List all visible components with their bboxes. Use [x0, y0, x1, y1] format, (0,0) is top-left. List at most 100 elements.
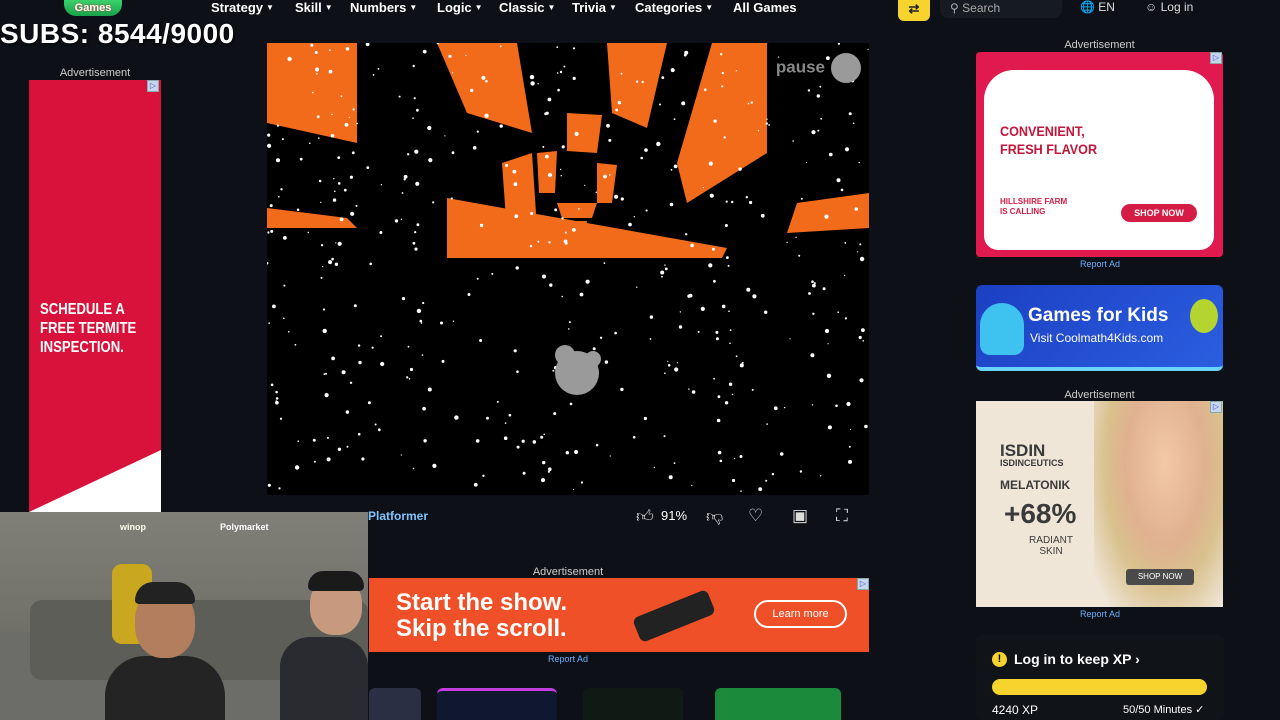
game-thumbnail[interactable]	[437, 688, 557, 720]
star	[475, 439, 480, 443]
left-ad-graphic	[29, 450, 161, 512]
xp-progress-bar	[992, 679, 1207, 695]
star	[470, 88, 474, 93]
nav-skill[interactable]: Skill ▼	[295, 0, 333, 16]
report-ad-link[interactable]: Report Ad	[1080, 609, 1120, 619]
star	[617, 100, 622, 105]
star	[444, 135, 446, 137]
star	[620, 197, 624, 201]
random-game-button[interactable]: ⇄	[898, 0, 930, 21]
game-thumbnail[interactable]	[369, 688, 421, 720]
star	[808, 292, 811, 295]
star	[764, 310, 768, 314]
logo-text: Games	[74, 2, 112, 14]
bottom-ad-banner[interactable]: Start the show. Skip the scroll. Learn mo…	[369, 578, 869, 652]
star	[479, 339, 483, 342]
right-bottom-ad-banner[interactable]: ISDIN ISDINCEUTICS MELATONIK +68% RADIAN…	[976, 401, 1223, 607]
nav-strategy[interactable]: Strategy ▼	[211, 0, 274, 16]
shop-now-button[interactable]: SHOP NOW	[1121, 204, 1197, 222]
learn-more-button[interactable]: Learn more	[754, 600, 847, 628]
star	[267, 231, 270, 234]
tunnel-panel	[677, 43, 767, 203]
star	[406, 376, 409, 379]
tunnel-panel	[267, 208, 357, 228]
star	[739, 455, 743, 458]
star	[760, 213, 765, 218]
star	[422, 406, 426, 411]
language-selector[interactable]: 🌐 EN	[1080, 0, 1115, 15]
chevron-down-icon: ▼	[409, 3, 418, 12]
adchoices-icon[interactable]: ▷	[1210, 401, 1222, 413]
star	[628, 222, 632, 227]
fullscreen-icon[interactable]: ⛶	[836, 506, 848, 526]
star	[318, 179, 322, 183]
report-ad-link[interactable]: Report Ad	[1080, 259, 1120, 269]
star	[320, 201, 322, 204]
right-top-ad-banner[interactable]: CONVENIENT, FRESH FLAVOR HILLSHIRE FARM I…	[976, 52, 1223, 257]
game-category-link[interactable]: Platformer	[368, 509, 428, 523]
nav-classic[interactable]: Classic ▼	[499, 0, 555, 16]
screenshot-icon[interactable]: ▣	[792, 506, 808, 526]
site-logo[interactable]: Games	[64, 0, 122, 16]
nav-trivia[interactable]: Trivia ▼	[572, 0, 617, 16]
games-for-kids-banner[interactable]: Games for Kids Visit Coolmath4Kids.com	[976, 285, 1223, 371]
xp-login-link[interactable]: Log in to keep XP ›	[1014, 651, 1140, 667]
star	[757, 130, 760, 132]
login-button[interactable]: ☺ Log in	[1145, 0, 1193, 15]
star	[358, 360, 362, 365]
nav-all-games[interactable]: All Games	[733, 0, 797, 16]
star	[281, 138, 284, 141]
brand-name: HILLSHIRE FARM	[1000, 197, 1068, 206]
star	[553, 412, 557, 416]
star	[565, 451, 569, 455]
search-input[interactable]: ⚲ Search	[940, 0, 1062, 18]
adchoices-icon[interactable]: ▷	[857, 578, 869, 590]
game-canvas[interactable]: pause	[267, 43, 869, 495]
adchoices-icon[interactable]: ▷	[147, 80, 159, 92]
nav-categories[interactable]: Categories ▼	[635, 0, 713, 16]
star	[674, 367, 679, 372]
star	[779, 452, 784, 456]
star	[560, 168, 562, 171]
favorite-heart-icon[interactable]: ♡	[748, 506, 763, 526]
star	[369, 262, 372, 266]
dislike-icon[interactable]: 👎︎	[706, 506, 723, 527]
star	[664, 264, 666, 266]
pause-button[interactable]: pause	[776, 53, 861, 83]
nav-logic[interactable]: Logic ▼	[437, 0, 483, 16]
star	[564, 231, 567, 234]
star	[740, 490, 742, 492]
star	[837, 311, 839, 314]
star	[542, 460, 546, 465]
star	[636, 286, 638, 288]
chevron-down-icon: ▼	[705, 3, 714, 12]
game-thumbnail[interactable]	[715, 688, 841, 720]
star	[351, 151, 355, 155]
star	[766, 423, 768, 425]
star	[773, 406, 778, 411]
star	[356, 122, 358, 125]
bottom-ad-line1: Start the show.	[396, 589, 568, 616]
report-ad-link[interactable]: Report Ad	[548, 654, 588, 664]
game-thumbnail[interactable]	[583, 688, 683, 720]
star	[345, 410, 350, 414]
like-icon[interactable]: 👍︎	[636, 506, 654, 527]
adchoices-icon[interactable]: ▷	[1210, 52, 1222, 64]
nav-numbers[interactable]: Numbers ▼	[350, 0, 417, 16]
star	[811, 130, 816, 135]
shop-now-button[interactable]: SHOP NOW	[1126, 569, 1194, 585]
star	[620, 387, 624, 392]
star	[283, 236, 287, 240]
star	[811, 280, 814, 283]
left-ad-banner[interactable]: SCHEDULE A FREE TERMITE INSPECTION.	[29, 80, 161, 512]
star	[609, 174, 611, 176]
star	[848, 445, 851, 448]
star	[615, 108, 619, 112]
star	[708, 263, 713, 268]
star	[792, 140, 794, 142]
star	[322, 266, 324, 268]
star	[343, 188, 347, 192]
star	[822, 287, 826, 291]
shuffle-icon: ⇄	[908, 1, 920, 16]
star	[585, 279, 590, 284]
